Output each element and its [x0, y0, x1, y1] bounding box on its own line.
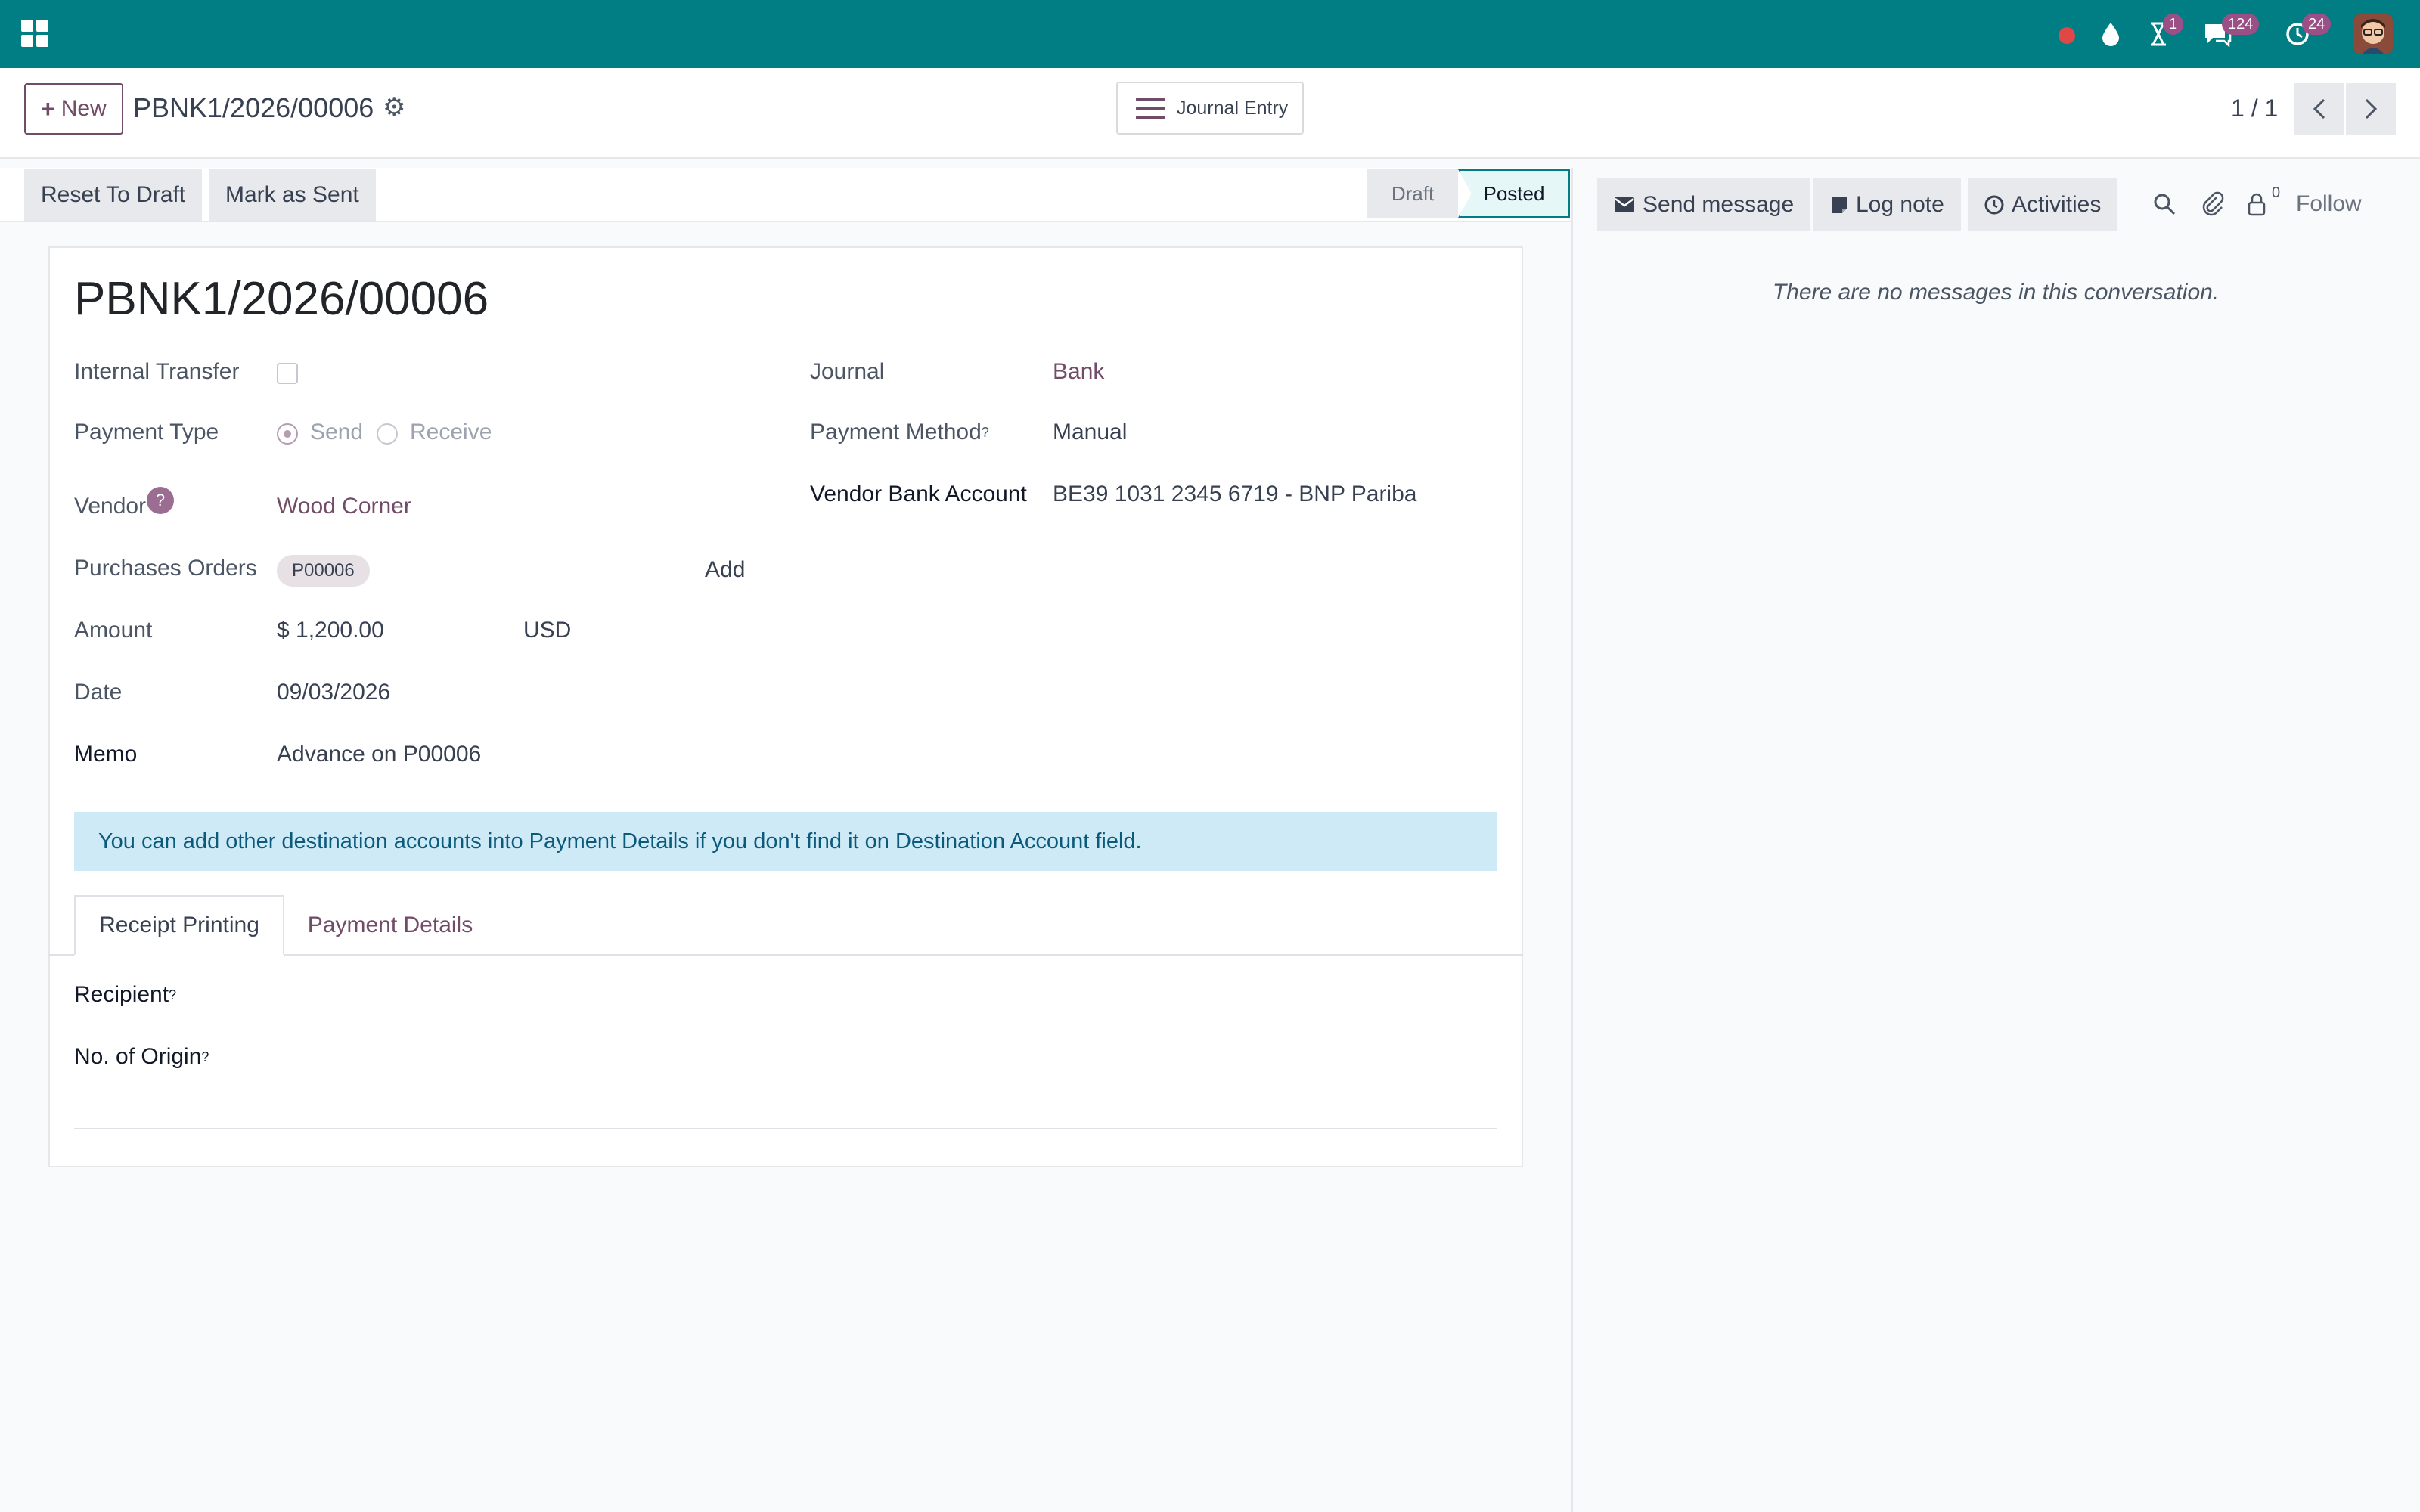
amount-value: $ 1,200.00 [277, 618, 384, 643]
pager-next-button[interactable] [2346, 83, 2396, 135]
payment-type-label: Payment Type [74, 420, 219, 445]
purchase-order-tag[interactable]: P00006 [277, 555, 370, 587]
payment-method-help[interactable]: ? [982, 425, 989, 440]
pager-previous-button[interactable] [2294, 83, 2344, 135]
follow-button[interactable]: Follow [2296, 189, 2362, 219]
vendor-bank-account-value: BE39 1031 2345 6719 - BNP Pariba [1053, 482, 1417, 507]
payment-method-label: Payment Method? [810, 420, 989, 445]
send-message-button[interactable]: Send message [1597, 178, 1811, 231]
paperclip-icon[interactable] [2198, 189, 2228, 219]
plus-icon: + [41, 94, 55, 122]
journal-link[interactable]: Bank [1053, 357, 1104, 387]
envelope-icon [1615, 197, 1634, 212]
new-record-button[interactable]: + New [24, 83, 123, 135]
memo-value: Advance on P00006 [277, 742, 482, 767]
clock-count-badge: 24 [2302, 14, 2332, 35]
tab-payment-details[interactable]: Payment Details [287, 895, 493, 956]
activity-hourglass-icon[interactable]: 1 [2143, 14, 2184, 51]
amount-label: Amount [74, 618, 153, 643]
drop-icon[interactable] [2098, 17, 2124, 51]
recipient-help[interactable]: ? [169, 987, 176, 1002]
followers-count: 0 [2272, 184, 2281, 201]
tab-receipt-printing[interactable]: Receipt Printing [74, 895, 284, 956]
stage-draft[interactable]: Draft [1367, 169, 1458, 218]
journal-entry-button[interactable]: Journal Entry [1116, 82, 1304, 135]
clock-icon [1984, 195, 2004, 215]
vendor-link[interactable]: Wood Corner [277, 491, 411, 522]
empty-conversation-message: There are no messages in this conversati… [1772, 280, 2220, 305]
note-icon [1832, 197, 1847, 213]
chatter-divider [1571, 168, 1573, 1512]
receive-radio[interactable] [377, 423, 398, 445]
messages-icon[interactable]: 124 [2202, 14, 2260, 51]
internal-transfer-label: Internal Transfer [74, 359, 240, 384]
payment-method-value: Manual [1053, 420, 1128, 445]
tab-bottom-separator [74, 1128, 1497, 1129]
pager-value[interactable]: 1 / 1 [2231, 89, 2278, 127]
internal-transfer-checkbox[interactable] [277, 363, 298, 384]
payment-title: PBNK1/2026/00006 [74, 273, 489, 325]
bars-icon [1136, 97, 1165, 119]
receive-radio-label: Receive [410, 420, 492, 445]
followers-lock-icon[interactable] [2242, 189, 2272, 219]
user-avatar[interactable] [2353, 14, 2393, 54]
clock-icon[interactable]: 24 [2282, 14, 2332, 51]
journal-label: Journal [810, 359, 885, 384]
recipient-label: Recipient? [74, 982, 177, 1007]
stage-posted[interactable]: Posted [1458, 169, 1570, 218]
reset-to-draft-button[interactable]: Reset To Draft [24, 169, 203, 221]
vendor-bank-account-label: Vendor Bank Account [810, 482, 1027, 507]
activities-button[interactable]: Activities [1968, 178, 2118, 231]
send-radio-label: Send [310, 420, 364, 445]
search-icon[interactable] [2149, 189, 2180, 219]
breadcrumb-record-name: PBNK1/2026/00006 [133, 92, 374, 123]
log-note-button[interactable]: Log note [1813, 178, 1961, 231]
currency-value: USD [523, 618, 572, 643]
apps-menu-icon[interactable] [21, 20, 48, 47]
memo-label: Memo [74, 742, 138, 767]
no-of-origin-label: No. of Origin? [74, 1044, 209, 1069]
info-alert: You can add other destination accounts i… [74, 812, 1497, 871]
recording-dot-icon[interactable] [2054, 17, 2080, 51]
origin-help[interactable]: ? [201, 1049, 209, 1064]
send-radio[interactable] [277, 423, 298, 445]
gear-icon[interactable]: ⚙ [383, 92, 405, 122]
purchase-orders-label: Purchases Orders [74, 556, 257, 581]
activity-count-badge: 1 [2163, 14, 2184, 35]
date-value: 09/03/2026 [277, 680, 391, 705]
mark-as-sent-button[interactable]: Mark as Sent [209, 169, 376, 221]
vendor-label: Vendor [74, 494, 147, 519]
add-purchase-order-link[interactable]: Add [705, 555, 745, 585]
vendor-help-icon[interactable]: ? [147, 487, 174, 514]
date-label: Date [74, 680, 123, 705]
form-sheet [48, 246, 1523, 1167]
chat-count-badge: 124 [2222, 14, 2260, 35]
